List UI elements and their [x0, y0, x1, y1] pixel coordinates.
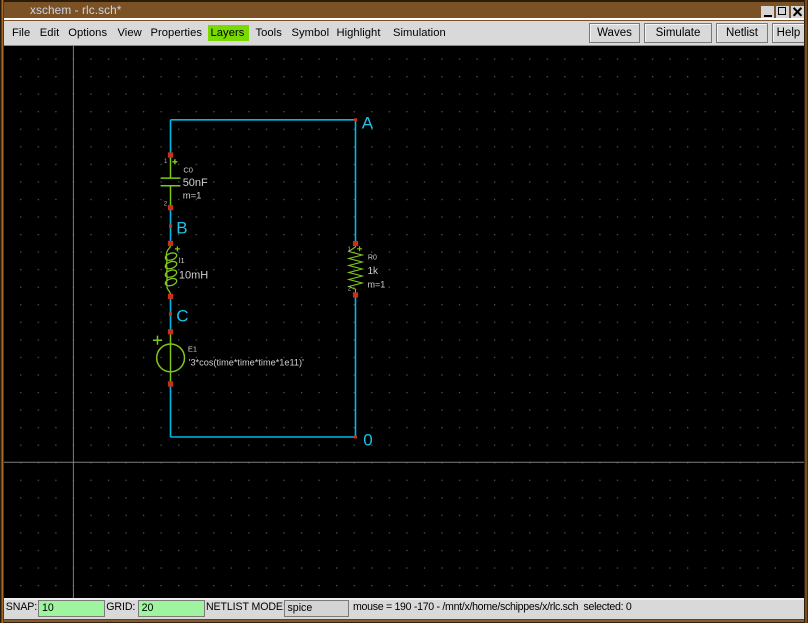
svg-text:'3*cos(time*time*time*1e11)': '3*cos(time*time*time*1e11)' — [189, 358, 304, 368]
svg-text:R0: R0 — [368, 254, 377, 261]
svg-text:1: 1 — [347, 246, 351, 253]
svg-text:A: A — [362, 113, 374, 132]
svg-text:50nF: 50nF — [183, 177, 208, 189]
svg-text:C0: C0 — [183, 166, 193, 175]
svg-text:l1: l1 — [179, 256, 185, 265]
svg-text:E1: E1 — [188, 344, 197, 353]
svg-text:1k: 1k — [368, 266, 380, 277]
svg-text:m=1: m=1 — [368, 280, 386, 290]
svg-text:2: 2 — [348, 286, 352, 293]
svg-text:10mH: 10mH — [179, 269, 208, 281]
svg-text:m=1: m=1 — [183, 191, 202, 202]
svg-text:1: 1 — [164, 158, 168, 165]
svg-text:2: 2 — [164, 201, 168, 208]
svg-text:C: C — [176, 306, 188, 325]
svg-text:B: B — [176, 218, 187, 237]
svg-text:0: 0 — [363, 430, 372, 449]
